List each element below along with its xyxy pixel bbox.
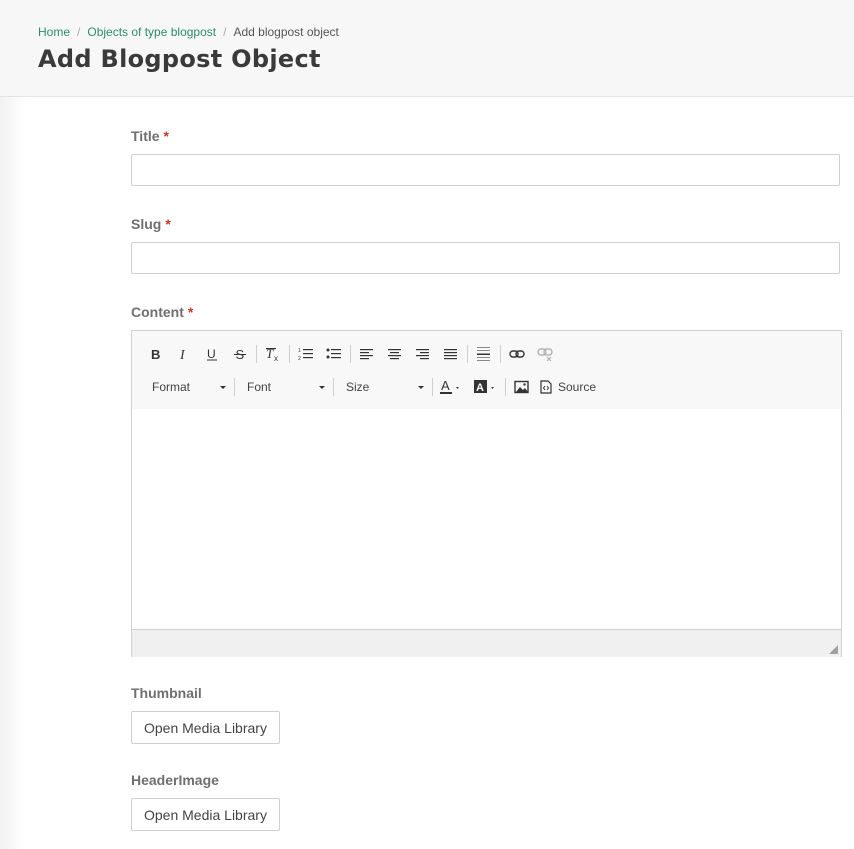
toolbar-separator <box>467 345 468 363</box>
left-gutter <box>0 97 26 849</box>
chevron-down-icon <box>319 385 325 389</box>
remove-format-icon[interactable]: Tx <box>259 342 287 366</box>
required-marker: * <box>163 128 169 144</box>
title-label: Title * <box>131 128 169 144</box>
toolbar-separator <box>333 378 334 396</box>
breadcrumb-home-link[interactable]: Home <box>38 25 70 39</box>
background-color-icon[interactable]: A <box>469 375 503 399</box>
chevron-down-icon <box>220 385 226 389</box>
svg-text:A: A <box>441 379 450 393</box>
title-input[interactable] <box>131 154 840 186</box>
editor-content-area[interactable] <box>132 409 841 629</box>
svg-text:1: 1 <box>298 348 301 354</box>
chevron-down-icon <box>418 385 424 389</box>
link-icon[interactable] <box>503 342 531 366</box>
toolbar-separator <box>234 378 235 396</box>
text-color-icon[interactable]: A <box>435 375 469 399</box>
image-icon[interactable] <box>508 375 536 399</box>
slug-label: Slug * <box>131 216 171 232</box>
align-left-icon[interactable] <box>353 342 381 366</box>
toolbar-row-2: Format Font Size A A Source <box>142 373 600 401</box>
italic-icon[interactable]: I <box>170 342 198 366</box>
underline-icon[interactable]: U <box>198 342 226 366</box>
format-dropdown-label: Format <box>152 380 191 394</box>
breadcrumb-objects-link[interactable]: Objects of type blogpost <box>87 25 216 39</box>
editor-toolbar: B I U S Tx 12 Format Font Size A A Sourc… <box>132 331 841 409</box>
page-title: Add Blogpost Object <box>38 45 321 73</box>
page-header: Home / Objects of type blogpost / Add blogpo… <box>0 0 854 97</box>
header-image-open-media-library-button[interactable]: Open Media Library <box>131 798 280 831</box>
svg-text:2: 2 <box>298 356 301 361</box>
size-dropdown[interactable]: Size <box>336 375 430 399</box>
bulleted-list-icon[interactable] <box>320 342 348 366</box>
editor-status-bar <box>132 629 841 657</box>
align-right-icon[interactable] <box>409 342 437 366</box>
toolbar-separator <box>432 378 433 396</box>
unlink-icon[interactable] <box>531 342 559 366</box>
bold-icon[interactable]: B <box>142 342 170 366</box>
svg-text:U: U <box>207 347 216 361</box>
svg-text:x: x <box>274 354 278 362</box>
justify-icon[interactable] <box>437 342 465 366</box>
toolbar-separator <box>500 345 501 363</box>
toolbar-row-1: B I U S Tx 12 <box>142 340 559 368</box>
format-dropdown[interactable]: Format <box>142 375 232 399</box>
numbered-list-icon[interactable]: 12 <box>292 342 320 366</box>
breadcrumb-separator: / <box>77 25 81 39</box>
header-image-label: HeaderImage <box>131 772 219 788</box>
slug-label-text: Slug <box>131 216 162 232</box>
toolbar-separator <box>256 345 257 363</box>
breadcrumb-current: Add blogpost object <box>233 25 339 39</box>
rich-text-editor: B I U S Tx 12 Format Font Size A A Sourc… <box>131 330 842 657</box>
title-label-text: Title <box>131 128 160 144</box>
svg-text:B: B <box>151 347 160 361</box>
strikethrough-icon[interactable]: S <box>226 342 254 366</box>
toolbar-separator <box>289 345 290 363</box>
svg-text:A: A <box>476 382 484 394</box>
toolbar-separator <box>350 345 351 363</box>
align-center-icon[interactable] <box>381 342 409 366</box>
toolbar-separator <box>505 378 506 396</box>
content-label: Content * <box>131 304 193 320</box>
slug-input[interactable] <box>131 242 840 274</box>
content-label-text: Content <box>131 304 184 320</box>
svg-text:I: I <box>179 348 186 361</box>
thumbnail-label: Thumbnail <box>131 685 202 701</box>
horizontal-line-icon[interactable] <box>470 342 498 366</box>
resize-handle-icon[interactable] <box>829 645 838 654</box>
required-marker: * <box>165 216 171 232</box>
breadcrumb: Home / Objects of type blogpost / Add blogpo… <box>38 24 339 40</box>
breadcrumb-separator: / <box>223 25 227 39</box>
required-marker: * <box>187 304 194 320</box>
size-dropdown-label: Size <box>346 380 370 394</box>
source-button[interactable]: Source <box>536 375 600 399</box>
thumbnail-open-media-library-button[interactable]: Open Media Library <box>131 711 280 744</box>
source-label: Source <box>558 380 597 394</box>
font-dropdown[interactable]: Font <box>237 375 331 399</box>
source-icon <box>540 380 552 394</box>
font-dropdown-label: Font <box>247 380 272 394</box>
